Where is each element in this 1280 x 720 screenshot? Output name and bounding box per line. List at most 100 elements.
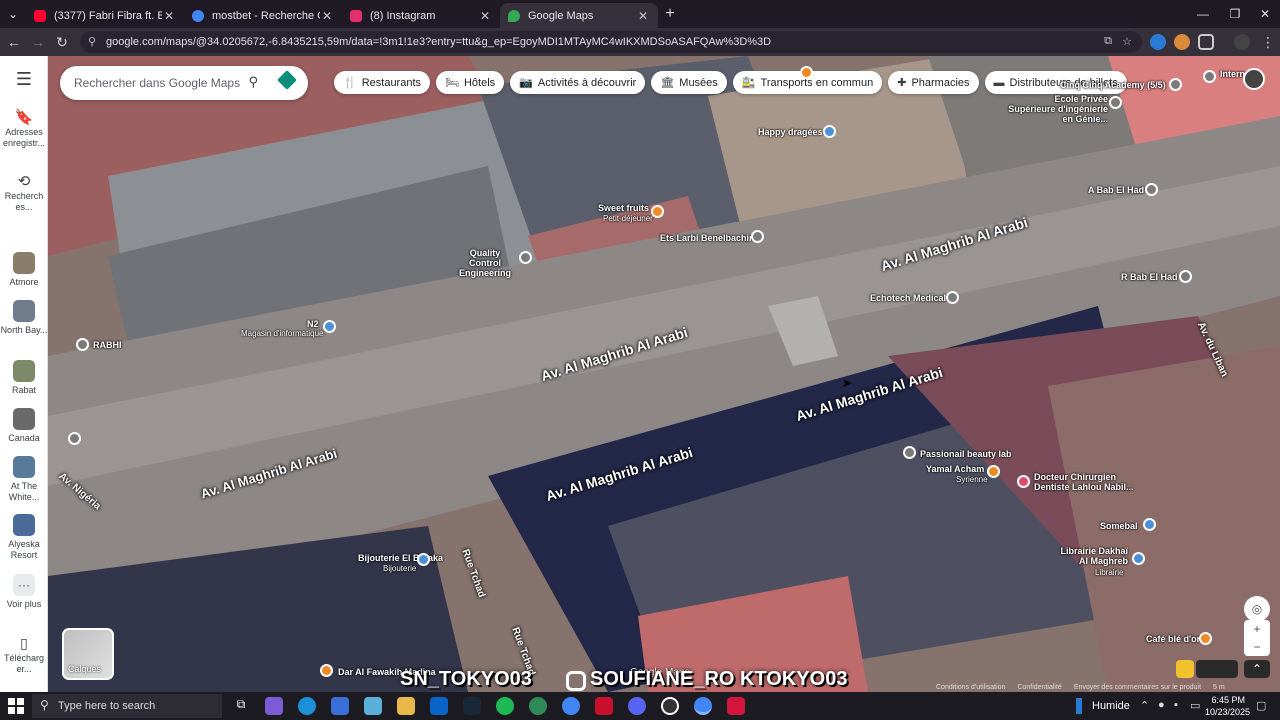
poi-label[interactable]: Passionail beauty lab xyxy=(920,449,1012,459)
chip-hotels[interactable]: 🛏 Hôtels xyxy=(436,71,505,94)
recent-searches-button[interactable]: ⟲ Recherch es... xyxy=(0,174,48,213)
medical-pin-icon[interactable] xyxy=(1017,475,1030,488)
recent-place-white[interactable]: At The White... xyxy=(0,456,48,503)
shopping-pin-icon[interactable] xyxy=(823,125,836,138)
edge-icon[interactable] xyxy=(298,697,316,715)
poi-label[interactable]: Happy dragées xyxy=(758,127,823,137)
close-icon[interactable]: ✕ xyxy=(478,9,492,23)
tab-search-icon[interactable]: ⌄ xyxy=(0,0,26,28)
tray-chevron-icon[interactable]: ⌃ xyxy=(1140,699,1149,712)
place-pin-icon[interactable] xyxy=(751,230,764,243)
tab-google-maps[interactable]: Google Maps ✕ xyxy=(500,3,658,28)
download-app-button[interactable]: ▯ Télécharg er... xyxy=(0,636,48,675)
address-bar[interactable]: ⚲ google.com/maps/@34.0205672,-6.8435215… xyxy=(80,31,1142,53)
food-pin-icon[interactable] xyxy=(320,664,333,677)
saved-places-button[interactable]: 🔖 Adresses enregistr... xyxy=(0,110,48,149)
satellite-map[interactable]: Rechercher dans Google Maps ⚲ 🍴 Restauran… xyxy=(48,56,1280,692)
zoom-out-button[interactable]: − xyxy=(1244,638,1270,656)
tab-youtube[interactable]: (3377) Fabri Fibra ft. Emma, Bal ✕ xyxy=(26,3,184,28)
chip-activities[interactable]: 📷 Activités à découvrir xyxy=(510,71,646,94)
poi-label[interactable]: Quality Control Engineering xyxy=(453,248,517,278)
food-pin-icon[interactable] xyxy=(987,465,1000,478)
clock[interactable]: 6:45 PM 10/23/2025 xyxy=(1205,694,1250,718)
minimize-icon[interactable]: — xyxy=(1186,0,1220,28)
new-tab-button[interactable]: + xyxy=(656,0,684,28)
extensions-puzzle-icon[interactable] xyxy=(1198,34,1214,50)
copilot-icon[interactable] xyxy=(265,697,283,715)
chip-restaurants[interactable]: 🍴 Restaurants xyxy=(334,71,431,94)
expand-icon[interactable]: ⌃ xyxy=(1244,660,1270,678)
chip-pharmacies[interactable]: ✚ Pharmacies xyxy=(888,71,979,94)
shopping-pin-icon[interactable] xyxy=(1143,518,1156,531)
place-pin-icon[interactable] xyxy=(903,446,916,459)
steam-icon[interactable] xyxy=(463,697,481,715)
poi-label[interactable]: Librairie Dakhaï Al Maghreb xyxy=(1060,546,1128,566)
poi-label[interactable]: Docteur Chirurgien Dentiste Lahlou Nabil… xyxy=(1034,472,1134,492)
forward-icon[interactable]: → xyxy=(28,32,48,52)
poi-label[interactable]: Echotech Medical xyxy=(870,293,946,303)
place-pin-icon[interactable] xyxy=(1145,183,1158,196)
chrome-active-icon[interactable] xyxy=(694,697,712,715)
app-icon[interactable] xyxy=(595,697,613,715)
store-icon[interactable] xyxy=(331,697,349,715)
app-icon[interactable] xyxy=(727,697,745,715)
poi-label[interactable]: Ets Larbi Benelbachir xyxy=(660,233,753,243)
recent-place-north-bay[interactable]: North Bay... xyxy=(0,300,48,336)
my-location-icon[interactable]: ◎ xyxy=(1244,596,1270,622)
food-pin-icon[interactable] xyxy=(800,66,813,79)
poi-label[interactable]: Bijouterie El Baraka xyxy=(358,553,443,563)
recent-place-alyeska[interactable]: Alyeska Resort xyxy=(0,514,48,561)
shopping-pin-icon[interactable] xyxy=(417,553,430,566)
poi-label[interactable]: A Bab El Had xyxy=(1088,185,1144,195)
food-pin-icon[interactable] xyxy=(1199,632,1212,645)
recent-place-canada[interactable]: Canada xyxy=(0,408,48,444)
search-icon[interactable]: ⚲ xyxy=(248,74,258,90)
close-icon[interactable]: ✕ xyxy=(636,9,650,23)
account-avatar[interactable] xyxy=(1243,68,1265,90)
tab-google-search[interactable]: mostbet - Recherche Google ✕ xyxy=(184,3,342,28)
weather-text[interactable]: Humide xyxy=(1092,700,1130,712)
app-icon[interactable] xyxy=(661,697,679,715)
site-info-icon[interactable]: ⚲ xyxy=(88,35,96,48)
weather-icon[interactable] xyxy=(1076,698,1082,714)
tray-app-icon[interactable]: ▪ xyxy=(1174,699,1178,711)
extension-icon[interactable] xyxy=(1174,34,1190,50)
poi-label[interactable]: RABHI xyxy=(93,340,122,350)
outlook-icon[interactable] xyxy=(430,697,448,715)
spotify-icon[interactable] xyxy=(496,697,514,715)
network-icon[interactable]: ▭ xyxy=(1190,699,1200,712)
poi-label[interactable]: Café blé d'or xyxy=(1146,634,1200,644)
app-icon[interactable] xyxy=(529,697,547,715)
feedback-link[interactable]: Envoyer des commentaires sur le produit xyxy=(1074,684,1201,691)
poi-label[interactable]: N2 xyxy=(307,319,319,329)
place-pin-icon[interactable] xyxy=(76,338,89,351)
poi-label[interactable]: Ecole Privée Supérieure d'ingénierie en … xyxy=(1008,94,1108,124)
taskbar-search-input[interactable]: Type here to search xyxy=(58,700,155,712)
privacy-link[interactable]: Confidentialité xyxy=(1017,684,1061,691)
install-icon[interactable]: ⧉ xyxy=(1104,35,1112,48)
hamburger-menu-icon[interactable]: ☰ xyxy=(0,70,48,88)
maximize-icon[interactable]: ❐ xyxy=(1218,0,1252,28)
recent-place-atmore[interactable]: Atmore xyxy=(0,252,48,288)
url-text[interactable]: google.com/maps/@34.0205672,-6.8435215,5… xyxy=(106,36,771,48)
app-icon[interactable] xyxy=(364,697,382,715)
search-input[interactable]: Rechercher dans Google Maps xyxy=(74,76,240,90)
street-view-pegman-icon[interactable] xyxy=(1176,660,1194,678)
imagery-options[interactable] xyxy=(1196,660,1238,678)
poi-label[interactable]: Somebal xyxy=(1100,521,1138,531)
search-box[interactable]: Rechercher dans Google Maps ⚲ xyxy=(60,66,308,100)
terms-link[interactable]: Conditions d'utilisation xyxy=(936,684,1005,691)
poi-label[interactable]: R Bab El Had xyxy=(1121,272,1178,282)
place-pin-icon[interactable] xyxy=(946,291,959,304)
shopping-pin-icon[interactable] xyxy=(323,320,336,333)
layers-button[interactable]: Calques xyxy=(62,628,114,680)
task-view-icon[interactable]: ⧉ xyxy=(232,697,250,715)
directions-icon[interactable] xyxy=(277,70,297,90)
close-icon[interactable]: ✕ xyxy=(320,9,334,23)
back-icon[interactable]: ← xyxy=(4,32,24,52)
food-pin-icon[interactable] xyxy=(651,205,664,218)
reload-icon[interactable]: ↻ xyxy=(52,32,72,52)
place-pin-icon[interactable] xyxy=(1203,70,1216,83)
place-pin-icon[interactable] xyxy=(1109,96,1122,109)
menu-kebab-icon[interactable]: ⋮ xyxy=(1258,32,1278,52)
